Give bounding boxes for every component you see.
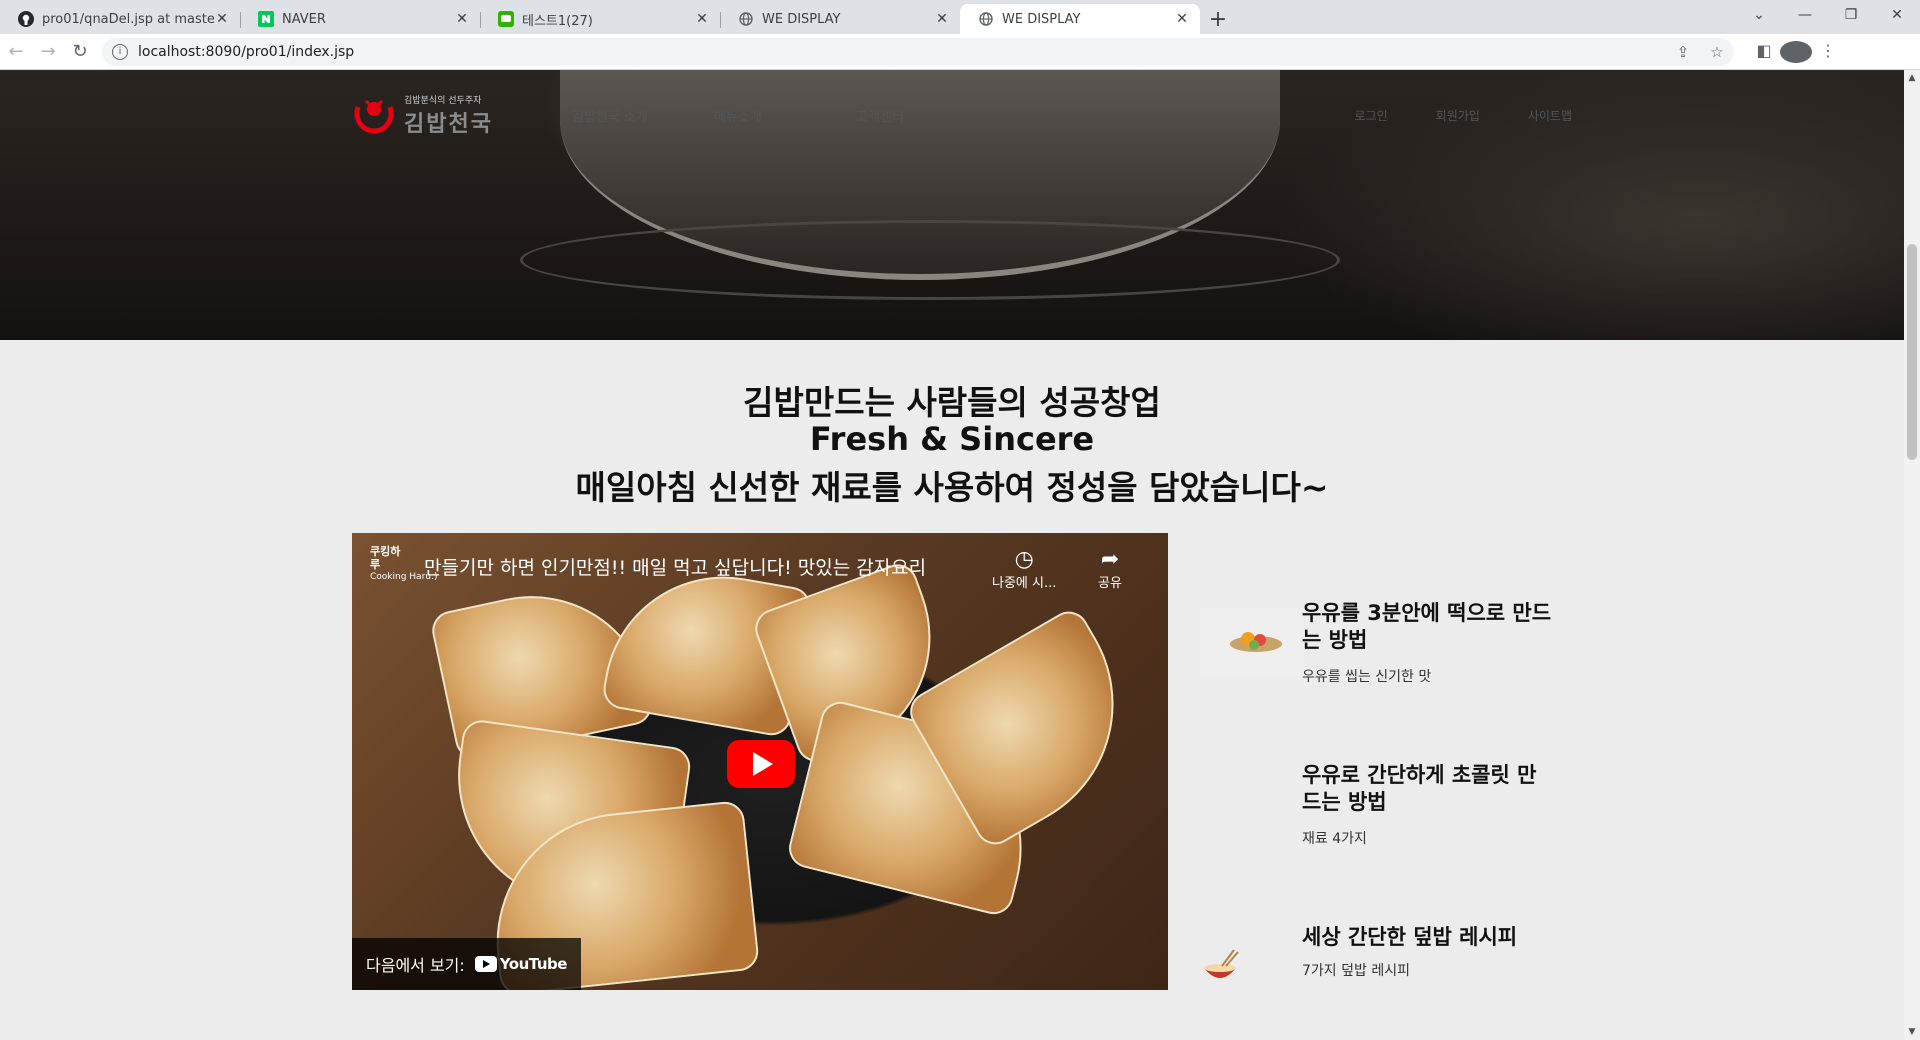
close-icon[interactable]: ✕: [694, 11, 710, 27]
watch-on-youtube-button[interactable]: 다음에서 보기: YouTube: [352, 938, 581, 990]
side-panel-icon[interactable]: ◧: [1748, 41, 1780, 63]
recipe-title[interactable]: 세상 간단한 덮밥 레시피: [1302, 924, 1552, 951]
util-menu: 로그인 회원가입 사이트맵: [1307, 107, 1572, 124]
signup-link[interactable]: 회원가입: [1436, 107, 1480, 124]
browser-tab-naver[interactable]: NAVER ✕: [240, 4, 480, 34]
tab-title: 테스트1(27): [522, 13, 593, 29]
window-controls: ⌄ — ❐ ✕: [1736, 0, 1920, 30]
profile-button[interactable]: ●: [1780, 40, 1812, 63]
close-icon[interactable]: ✕: [934, 11, 950, 27]
watch-later-button[interactable]: ◷ 나중에 시...: [992, 547, 1056, 591]
recipe-desc: 7가지 덮밥 레시피: [1302, 963, 1410, 979]
globe-icon: [738, 11, 754, 27]
main-menu: 김밥천국 소개 메뉴소개 고객센터: [572, 106, 998, 125]
github-icon: [18, 11, 34, 27]
logo-name: 김밥천국: [404, 111, 493, 137]
page-viewport: 김밥분식의 선두주자 김밥천국 김밥천국 소개 메뉴소개 고객센터 로그인 회원…: [0, 70, 1920, 1040]
hero-stove-rim: [520, 220, 1340, 300]
clock-icon: ◷: [1014, 547, 1034, 572]
youtube-embed[interactable]: 쿠킹하루 Cooking Haru:) 만들기만 하면 인기만점!! 매일 먹고…: [352, 533, 1168, 990]
bookmark-star-icon[interactable]: ☆: [1700, 43, 1734, 61]
tab-title: NAVER: [282, 11, 326, 27]
browser-tab-we-display-active[interactable]: WE DISPLAY ✕: [960, 4, 1200, 34]
youtube-play-icon: [474, 956, 497, 972]
back-button[interactable]: ←: [0, 36, 32, 68]
browser-toolbar: ← → ↻ i localhost:8090/pro01/index.jsp ⇪…: [0, 34, 1920, 70]
headline-line-3: 매일아침 신선한 재료를 사용하여 정성을 담았습니다~: [575, 468, 1329, 507]
menu-item-about[interactable]: 김밥천국 소개: [572, 106, 714, 125]
site-logo[interactable]: 김밥분식의 선두주자 김밥천국: [352, 93, 572, 138]
youtube-wordmark: YouTube: [499, 955, 568, 973]
menu-kebab-icon[interactable]: ⋮: [1812, 41, 1844, 63]
rice-cake-dish-icon: [1200, 608, 1304, 676]
rice-bowl-chopsticks-icon: [1200, 932, 1240, 1000]
browser-tab-github[interactable]: pro01/qnaDel.jsp at master · ok ✕: [0, 4, 240, 34]
channel-logo[interactable]: 쿠킹하루 Cooking Haru:): [370, 545, 438, 599]
naver-icon: [258, 11, 274, 27]
globe-icon: [978, 11, 994, 27]
address-bar[interactable]: i localhost:8090/pro01/index.jsp ⇪ ☆: [102, 37, 1734, 66]
share-label: 공유: [1098, 576, 1122, 591]
share-icon[interactable]: ⇪: [1666, 43, 1700, 61]
menu-item-support[interactable]: 고객센터: [856, 106, 998, 125]
login-link[interactable]: 로그인: [1355, 107, 1388, 124]
close-icon[interactable]: ✕: [214, 11, 230, 27]
watch-on-label: 다음에서 보기:: [366, 956, 465, 975]
sitemap-link[interactable]: 사이트맵: [1528, 107, 1572, 124]
page-scrollbar[interactable]: ▲ ▼: [1904, 70, 1920, 1040]
close-icon[interactable]: ✕: [1174, 11, 1190, 27]
close-icon[interactable]: ✕: [454, 11, 470, 27]
recipe-title[interactable]: 우유로 간단하게 초콜릿 만드는 방법: [1302, 762, 1552, 816]
site-header: 김밥분식의 선두주자 김밥천국 김밥천국 소개 메뉴소개 고객센터 로그인 회원…: [352, 90, 1572, 140]
recipe-desc: 우유를 씹는 신기한 맛: [1302, 669, 1432, 685]
recipe-title[interactable]: 우유를 3분안에 떡으로 만드는 방법: [1302, 600, 1552, 654]
video-title[interactable]: 만들기만 하면 인기만점!! 매일 먹고 싶답니다! 맛있는 감자요리: [424, 553, 926, 580]
watch-later-label: 나중에 시...: [992, 576, 1057, 591]
tab-title: WE DISPLAY: [762, 11, 841, 27]
tab-title: pro01/qnaDel.jsp at master · ok: [42, 11, 214, 27]
menu-item-menu[interactable]: 메뉴소개: [714, 106, 856, 125]
headline-line-2: Fresh & Sincere: [809, 420, 1095, 458]
scrollbar-thumb[interactable]: [1907, 244, 1917, 460]
avatar-icon: ●: [1780, 40, 1812, 63]
scroll-down-icon[interactable]: ▼: [1904, 1024, 1920, 1040]
channel-tagline: Cooking Haru:): [370, 572, 438, 582]
channel-logo-text: 쿠킹하루: [370, 545, 401, 571]
forward-button[interactable]: →: [32, 36, 64, 68]
share-arrow-icon: ➦: [1100, 547, 1120, 572]
browser-tab-bar: pro01/qnaDel.jsp at master · ok ✕ NAVER …: [0, 0, 1920, 34]
window-close-icon[interactable]: ✕: [1874, 0, 1920, 30]
share-button[interactable]: ➦ 공유: [1098, 547, 1122, 591]
youtube-logo: YouTube: [474, 955, 568, 973]
chat-icon: [498, 11, 514, 27]
reload-button[interactable]: ↻: [64, 36, 96, 68]
browser-tab-chat[interactable]: 테스트1(27) ✕: [480, 4, 720, 34]
recipe-thumbnail: [1200, 770, 1304, 838]
restore-icon[interactable]: ❐: [1828, 0, 1874, 30]
tab-search-icon[interactable]: ⌄: [1736, 0, 1782, 30]
logo-mark-icon: [352, 95, 396, 135]
url-text[interactable]: localhost:8090/pro01/index.jsp: [138, 44, 1666, 60]
hero-banner: 김밥분식의 선두주자 김밥천국 김밥천국 소개 메뉴소개 고객센터 로그인 회원…: [0, 70, 1904, 340]
headline-line-1: 김밥만드는 사람들의 성공창업: [743, 383, 1161, 422]
browser-tab-we-display[interactable]: WE DISPLAY ✕: [720, 4, 960, 34]
scroll-up-icon[interactable]: ▲: [1904, 70, 1920, 86]
site-info-icon[interactable]: i: [112, 43, 128, 60]
new-tab-button[interactable]: +: [1200, 4, 1236, 34]
recipe-desc: 재료 4가지: [1302, 831, 1367, 847]
logo-subtitle: 김밥분식의 선두주자: [404, 95, 482, 106]
play-button[interactable]: [727, 740, 795, 788]
minimize-icon[interactable]: —: [1782, 0, 1828, 30]
tab-title: WE DISPLAY: [1002, 11, 1081, 27]
